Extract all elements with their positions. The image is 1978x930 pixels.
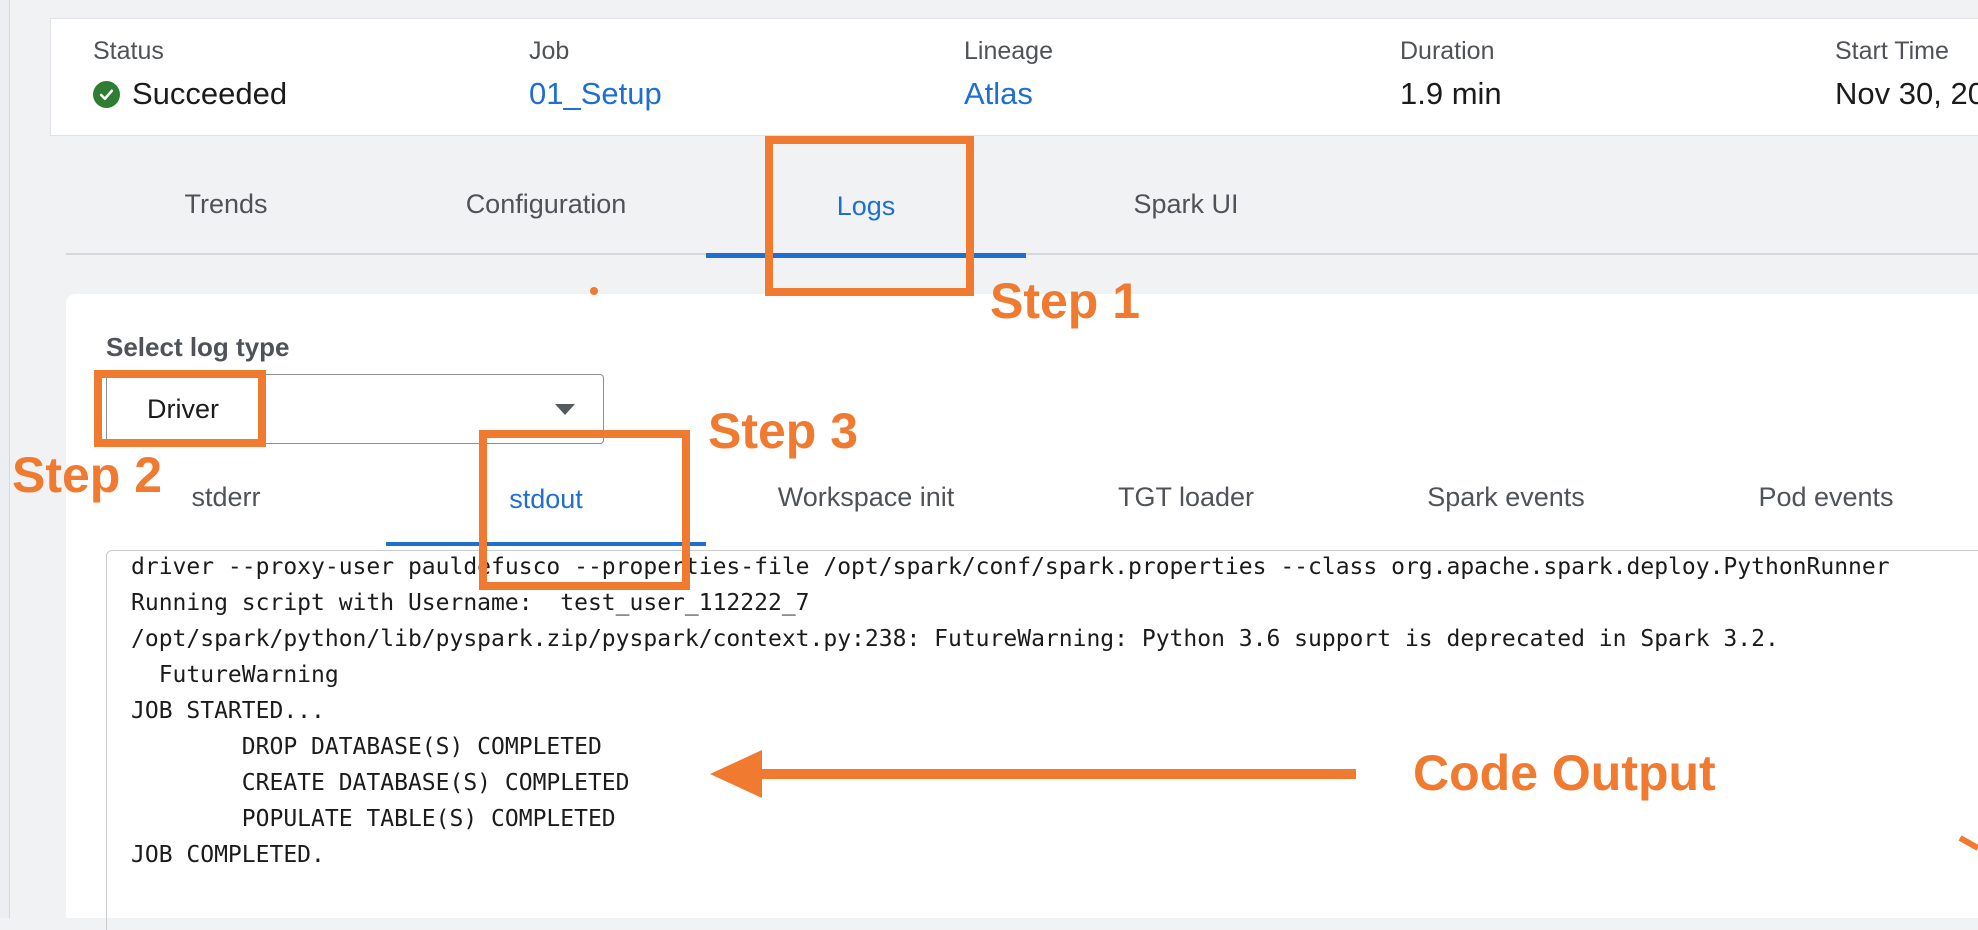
code-output-arrow: [710, 750, 1978, 851]
